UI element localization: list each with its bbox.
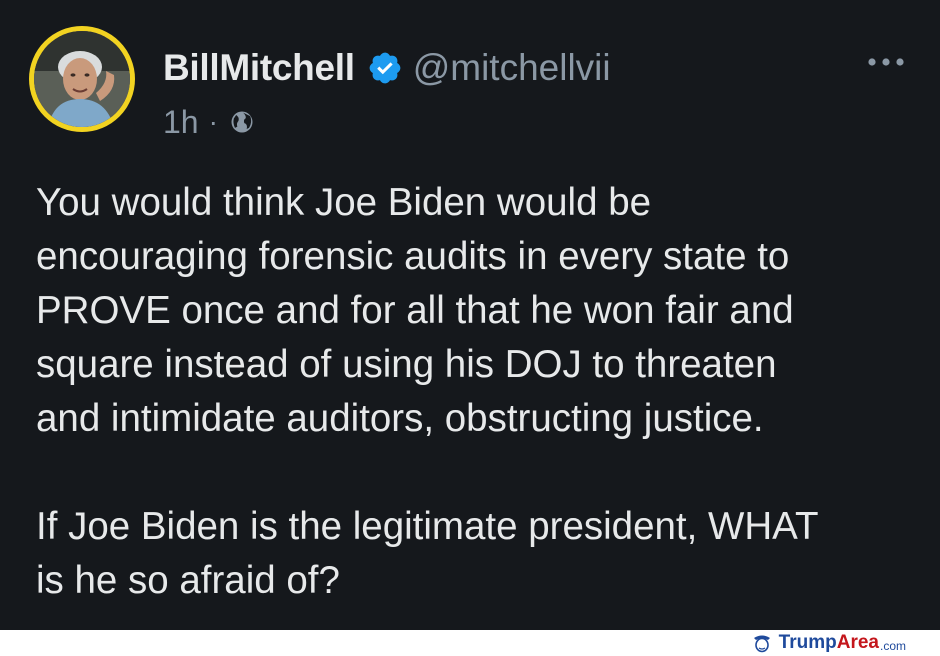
avatar-photo <box>34 31 130 127</box>
author-display-name[interactable]: BillMitchell <box>163 47 355 89</box>
tweet-paragraph-1: You would think Joe Biden would be encou… <box>36 181 794 440</box>
globe-icon <box>231 111 253 133</box>
meta-separator: · <box>208 106 218 137</box>
tweet-meta: 1h · <box>163 102 256 142</box>
trump-logo-icon <box>753 635 770 653</box>
watermark-com: .com <box>879 638 906 653</box>
watermark-area: Area <box>836 632 879 653</box>
more-options-icon[interactable] <box>865 52 907 72</box>
tweet-body: You would think Joe Biden would be encou… <box>36 176 916 608</box>
author-row: BillMitchell @mitchellvii <box>163 44 611 92</box>
watermark: Trump Area .com <box>751 632 906 654</box>
tweet-paragraph-2: If Joe Biden is the legitimate president… <box>36 505 819 602</box>
timestamp[interactable]: 1h <box>163 104 199 141</box>
watermark-trump: Trump <box>778 632 837 653</box>
author-avatar[interactable] <box>29 26 135 132</box>
author-handle[interactable]: @mitchellvii <box>413 47 611 89</box>
verified-badge-icon <box>369 52 401 84</box>
tweet-card: BillMitchell @mitchellvii 1h · You would… <box>0 0 940 630</box>
